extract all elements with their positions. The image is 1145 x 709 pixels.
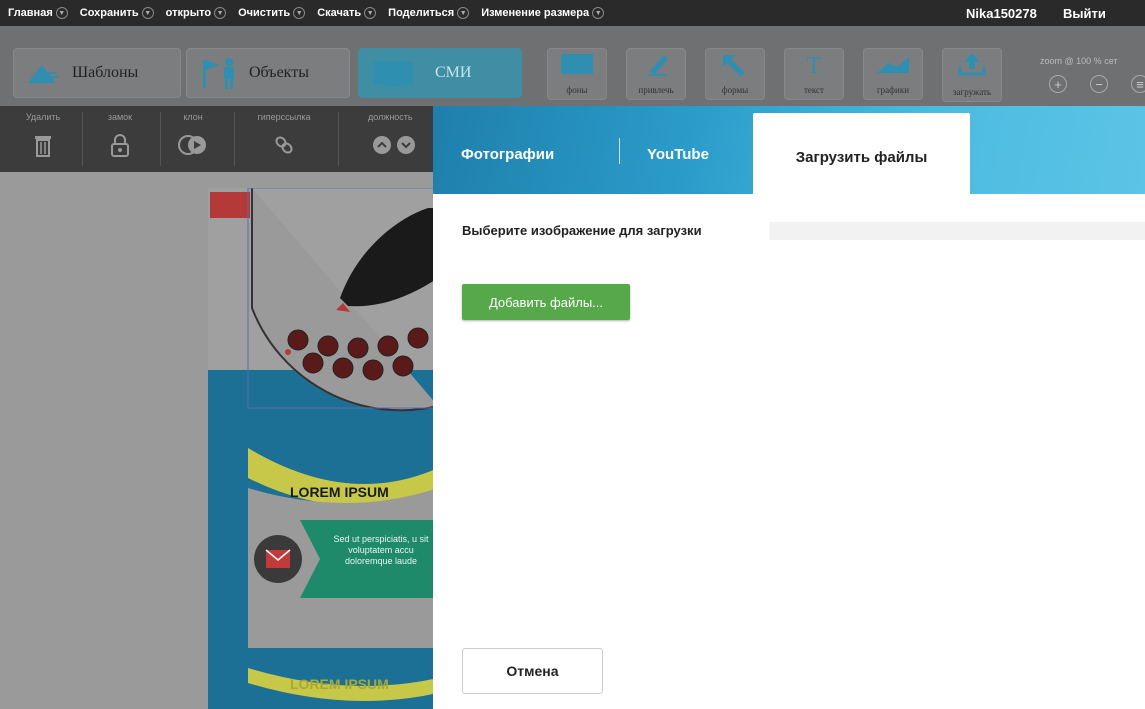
chevron-down-icon: ▼: [141, 7, 154, 19]
chart-icon: [864, 51, 922, 77]
divider: [338, 112, 339, 166]
tool-backgrounds[interactable]: фоны: [547, 48, 607, 100]
trash-icon: [18, 130, 68, 160]
position-label: должность: [368, 112, 413, 122]
zoom-label: zoom @ 100 %: [1040, 56, 1102, 66]
delete-button[interactable]: Удалить: [18, 112, 68, 160]
chevron-down-icon: ▼: [592, 7, 605, 19]
background-icon: [548, 51, 606, 77]
menu-bar: Главная ▼ Сохранить ▼ открыто ▼ Очистить ▼ С…: [0, 0, 1145, 26]
main-toolbar: Шаблоны Объекты СМИ фоны привлечь формы …: [0, 26, 1145, 106]
clone-icon: [168, 130, 218, 160]
clone-button[interactable]: клон: [168, 112, 218, 160]
plus-icon: +: [1054, 76, 1062, 92]
menu-download-label: Скачать: [317, 7, 362, 19]
tab-upload-files[interactable]: Загрузить файлы: [753, 113, 970, 194]
cancel-button[interactable]: Отмена: [462, 648, 603, 694]
menu-clear[interactable]: Очистить ▼: [238, 7, 306, 19]
tool-charts[interactable]: графики: [863, 48, 923, 100]
editor-app: Главная ▼ Сохранить ▼ открыто ▼ Очистить ▼ С…: [0, 0, 1145, 709]
logout-link[interactable]: Выйти: [1063, 0, 1106, 26]
upload-title: Выберите изображение для загрузки: [462, 222, 1145, 240]
lock-button[interactable]: замок: [95, 112, 145, 160]
tab-youtube[interactable]: YouTube: [647, 146, 709, 163]
menu-share[interactable]: Поделиться ▼: [388, 7, 470, 19]
menu-home-label: Главная: [8, 7, 53, 19]
hyperlink-label: гиперссылка: [257, 112, 311, 122]
divider: [234, 112, 235, 166]
chevron-down-icon: ▼: [214, 7, 227, 19]
username[interactable]: Nika150278: [966, 0, 1037, 26]
templates-icon: [28, 65, 58, 83]
tool-upload-label: загружать: [952, 87, 992, 97]
divider: [82, 112, 83, 166]
design-page[interactable]: LOREM IPSUM Sed ut perspiciatis, u sit v…: [208, 188, 440, 709]
design-canvas[interactable]: LOREM IPSUM Sed ut perspiciatis, u sit v…: [0, 172, 440, 709]
tool-draw-label: привлечь: [638, 85, 674, 95]
menu-save[interactable]: Сохранить ▼: [80, 7, 154, 19]
chevron-down-icon: ▼: [364, 7, 377, 19]
grid-label: сет: [1104, 56, 1118, 66]
tool-shapes[interactable]: формы: [705, 48, 765, 100]
delete-label: Удалить: [25, 112, 61, 122]
divider: [160, 112, 161, 166]
menu-resize-label: Изменение размера: [481, 7, 590, 19]
zoom-in-button[interactable]: +: [1049, 75, 1067, 93]
menu-open-label: открыто: [165, 7, 212, 19]
objects-icon: [203, 58, 234, 89]
tool-backgrounds-label: фоны: [566, 85, 588, 95]
menu-save-label: Сохранить: [79, 7, 139, 19]
tool-upload[interactable]: загружать: [942, 48, 1002, 102]
tab-photos[interactable]: Фотографии: [461, 146, 554, 163]
text-icon: T: [785, 51, 843, 77]
upload-icon: [943, 51, 1001, 77]
pencil-icon: [627, 51, 685, 77]
arrow-icon: [706, 51, 764, 77]
menu-resize[interactable]: Изменение размера ▼: [481, 7, 605, 19]
chevron-down-icon: ▼: [293, 7, 306, 19]
canvas-body-text[interactable]: Sed ut perspiciatis, u sit voluptatem ac…: [326, 534, 436, 567]
monitor-icon: [373, 62, 413, 87]
lock-label: замок: [107, 112, 133, 122]
tab-divider: [619, 138, 620, 164]
link-icon: [244, 130, 324, 160]
menu-download[interactable]: Скачать ▼: [317, 7, 377, 19]
panel-header: Фотографии YouTube Загрузить файлы: [433, 106, 1145, 194]
menu-clear-label: Очистить: [238, 7, 291, 19]
grid-button[interactable]: ≡: [1131, 75, 1145, 93]
chevron-down-icon: ▼: [457, 7, 470, 19]
canvas-heading-1[interactable]: LOREM IPSUM: [290, 484, 389, 500]
media-button[interactable]: СМИ: [358, 48, 522, 98]
tool-shapes-label: формы: [721, 85, 749, 95]
canvas-artwork: [247, 188, 439, 701]
media-panel: Фотографии YouTube Загрузить файлы Выбер…: [433, 106, 1145, 709]
objects-label: Объекты: [249, 64, 309, 81]
zoom-indicator: zoom @ 100 % сет: [1040, 56, 1118, 66]
tool-text[interactable]: T текст: [784, 48, 844, 100]
tool-text-label: текст: [803, 85, 824, 95]
hyperlink-button[interactable]: гиперссылка: [244, 112, 324, 160]
svg-text:T: T: [807, 53, 822, 77]
tool-draw[interactable]: привлечь: [626, 48, 686, 100]
menu-home[interactable]: Главная ▼: [8, 7, 68, 19]
canvas-heading-2[interactable]: LOREM IPSUM: [290, 676, 389, 692]
menu-share-label: Поделиться: [388, 7, 455, 19]
objects-button[interactable]: Объекты: [186, 48, 350, 98]
object-toolbar: Удалить замок клон гиперссылка должность: [0, 106, 440, 172]
add-files-button[interactable]: Добавить файлы...: [462, 284, 630, 320]
tool-charts-label: графики: [876, 85, 910, 95]
position-control[interactable]: должность: [342, 112, 438, 160]
grid-icon: ≡: [1136, 76, 1144, 92]
media-label: СМИ: [435, 64, 472, 81]
tab-upload-label: Загрузить файлы: [795, 149, 928, 166]
templates-label: Шаблоны: [72, 64, 139, 81]
position-icons: [368, 130, 438, 160]
minus-icon: −: [1095, 76, 1103, 92]
lock-icon: [95, 130, 145, 160]
zoom-out-button[interactable]: −: [1090, 75, 1108, 93]
menu-open[interactable]: открыто ▼: [165, 7, 227, 19]
chevron-down-icon: ▼: [55, 7, 68, 19]
clone-label: клон: [183, 112, 203, 122]
templates-button[interactable]: Шаблоны: [13, 48, 181, 98]
